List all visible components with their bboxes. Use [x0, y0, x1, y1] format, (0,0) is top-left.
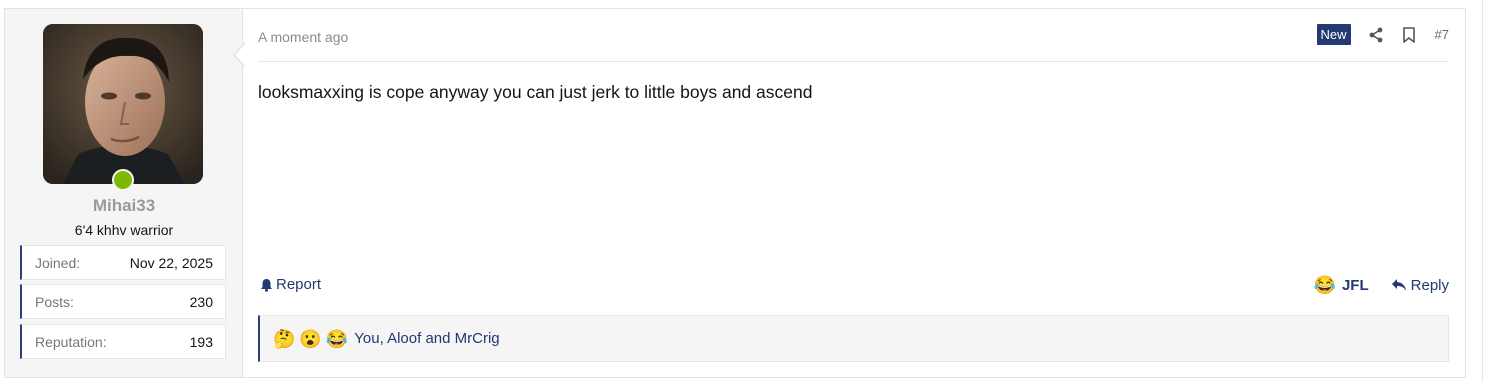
- stat-joined: Joined: Nov 22, 2025: [20, 245, 226, 280]
- report-label: Report: [276, 276, 322, 293]
- laughing-emoji-icon: 😂: [325, 328, 349, 349]
- online-status-indicator: [112, 169, 134, 191]
- post-footer-actions: 😂 JFL Reply: [1314, 276, 1449, 294]
- reactors-list[interactable]: You, Aloof and MrCrig: [354, 330, 499, 347]
- stat-label: Reputation:: [35, 333, 107, 350]
- reply-button[interactable]: Reply: [1391, 277, 1449, 294]
- forum-post: Mihai33 6'4 khhv warrior Joined: Nov 22,…: [4, 8, 1466, 378]
- avatar-image: [43, 24, 203, 184]
- post-message: looksmaxxing is cope anyway you can just…: [258, 82, 813, 102]
- surprised-emoji-icon: 😮: [299, 328, 322, 349]
- reactions-summary[interactable]: 🤔 😮 😂 You, Aloof and MrCrig: [258, 315, 1449, 362]
- header-divider: [258, 61, 1449, 62]
- stat-reputation: Reputation: 193: [20, 324, 226, 359]
- username[interactable]: Mihai33: [5, 196, 243, 216]
- share-icon[interactable]: [1367, 26, 1385, 44]
- stat-label: Posts:: [35, 293, 74, 310]
- user-title: 6'4 khhv warrior: [74, 222, 174, 238]
- user-avatar[interactable]: [43, 24, 203, 184]
- laughing-emoji-icon: 😂: [1313, 275, 1336, 295]
- stat-posts: Posts: 230: [20, 284, 226, 319]
- thinking-emoji-icon: 🤔: [273, 328, 296, 349]
- stat-label: Joined:: [35, 254, 81, 271]
- new-badge: New: [1316, 24, 1351, 45]
- reply-label: Reply: [1410, 276, 1449, 294]
- stat-value: 230: [189, 293, 213, 310]
- post-number-link[interactable]: #7: [1435, 27, 1449, 42]
- bookmark-icon[interactable]: [1400, 26, 1418, 44]
- page-edge-divider: [1482, 0, 1483, 382]
- react-label: JFL: [1341, 276, 1369, 294]
- post-timestamp[interactable]: A moment ago: [258, 29, 348, 45]
- post-content: A moment ago New #7 looksmaxxing is cope…: [243, 9, 1465, 377]
- stat-value: 193: [189, 333, 213, 350]
- reply-arrow-icon: [1391, 279, 1406, 291]
- stat-value: Nov 22, 2025: [129, 254, 213, 271]
- report-link[interactable]: Report: [260, 276, 321, 293]
- bell-icon: [261, 278, 272, 292]
- post-header-actions: New #7: [1316, 24, 1449, 45]
- react-button[interactable]: 😂 JFL: [1314, 276, 1369, 294]
- user-panel: Mihai33 6'4 khhv warrior Joined: Nov 22,…: [5, 9, 243, 377]
